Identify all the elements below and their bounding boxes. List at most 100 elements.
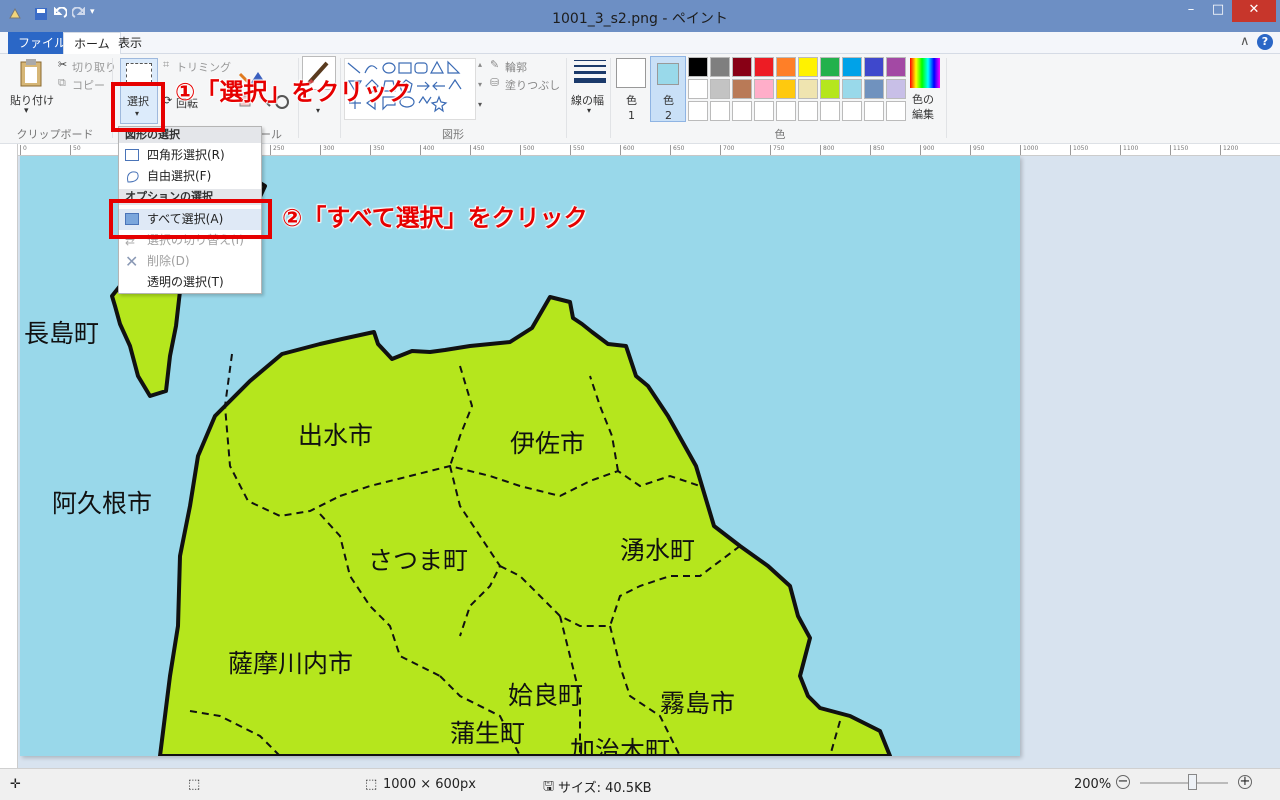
cut-button[interactable]: 切り取り [72,59,116,75]
delete-icon: ✕ [125,252,139,271]
line-width-icon[interactable] [574,58,606,88]
menu-item-label: 透明の選択(T) [147,275,224,289]
palette-swatch-empty[interactable] [798,101,818,121]
paste-button[interactable]: 貼り付け [10,92,54,108]
selection-size-icon: ⬚ [188,777,201,792]
palette-swatch-empty[interactable] [886,101,906,121]
palette-swatch-empty[interactable] [864,101,884,121]
palette-swatch[interactable] [776,57,796,77]
color1-swatch [616,58,646,88]
palette-swatch-empty[interactable] [732,101,752,121]
free-select-icon [125,170,141,191]
maximize-button[interactable]: □ [1205,0,1231,22]
image-dimensions: 1000 × 600px [383,777,476,792]
palette-swatch[interactable] [820,79,840,99]
line-width-dropdown-icon[interactable]: ▾ [587,106,591,115]
ruler-tick-label: 700 [720,145,734,155]
palette-swatch[interactable] [710,79,730,99]
palette-swatch-empty[interactable] [842,101,862,121]
cursor-position-icon: ✛ [10,777,21,792]
menu-item-transparent-selection[interactable]: 透明の選択(T) [119,272,261,293]
zoom-level: 200% [1074,777,1112,792]
city-label: 蒲生町 [450,719,526,748]
palette-swatch-empty[interactable] [688,101,708,121]
menu-item-label: 削除(D) [147,254,190,268]
paste-dropdown-icon[interactable]: ▾ [24,106,29,116]
paste-icon[interactable] [18,58,46,88]
outline-button[interactable]: 輪郭 [505,59,527,75]
ruler-tick-label: 1150 [1170,145,1188,155]
close-button[interactable]: ✕ [1232,0,1276,22]
palette-swatch[interactable] [688,79,708,99]
palette-swatch[interactable] [732,79,752,99]
select-icon [126,63,152,83]
ruler-tick-label: 550 [570,145,584,155]
copy-button[interactable]: コピー [72,77,105,93]
zoom-slider-thumb[interactable] [1188,774,1197,790]
palette-swatch-empty[interactable] [710,101,730,121]
palette-swatch[interactable] [710,57,730,77]
ruler-tick-label: 1200 [1220,145,1238,155]
tab-view[interactable]: 表示 [108,32,152,54]
zoom-in-button[interactable]: + [1238,775,1252,789]
city-label: 薩摩川内市 [228,649,354,678]
outline-icon: ✎ [490,58,500,71]
palette-swatch[interactable] [864,57,884,77]
ribbon-tabs: ファイル ホーム 表示 ∧ ? [0,32,1280,55]
palette-swatch[interactable] [688,57,708,77]
annotation-step2: ②「すべて選択」をクリック [282,204,588,232]
annotation-box-select-all [109,199,272,239]
palette-swatch-empty[interactable] [776,101,796,121]
brushes-dropdown-icon[interactable]: ▾ [316,106,320,115]
palette-swatch[interactable] [754,79,774,99]
city-label: 長島町 [24,319,100,348]
zoom-slider[interactable] [1140,774,1228,790]
shapes-scroll-down-icon[interactable]: ▾ [478,80,482,89]
ruler-tick-label: 300 [320,145,334,155]
palette-swatch[interactable] [886,57,906,77]
fill-button[interactable]: 塗りつぶし [505,77,560,93]
ruler-tick-label: 50 [70,145,81,155]
menu-item-label: 自由選択(F) [147,169,212,183]
ruler-tick-label: 500 [520,145,534,155]
city-label: 伊佐市 [510,429,586,458]
palette-swatch[interactable] [798,57,818,77]
shapes-group-label: 図形 [442,128,464,141]
palette-swatch[interactable] [798,79,818,99]
palette-swatch[interactable] [886,79,906,99]
shapes-more-icon[interactable]: ▾ [478,100,482,109]
fill-icon: ⛁ [490,76,500,89]
rectangle-select-icon [125,149,139,161]
color2-button[interactable]: 色 2 [650,56,686,122]
menu-item-free-form-selection[interactable]: 自由選択(F) [119,166,261,187]
palette-swatch-empty[interactable] [820,101,840,121]
menu-item-rectangular-selection[interactable]: 四角形選択(R) [119,145,261,166]
palette-swatch[interactable] [842,57,862,77]
palette-swatch[interactable] [820,57,840,77]
menu-item-delete[interactable]: ✕ 削除(D) [119,251,261,272]
separator [566,58,567,138]
zoom-out-button[interactable]: − [1116,775,1130,789]
annotation-step1: ①「選択」をクリック [175,78,412,106]
shapes-scroll-up-icon[interactable]: ▴ [478,60,482,69]
palette-swatch[interactable] [842,79,862,99]
minimize-button[interactable]: – [1178,0,1204,22]
palette-swatch[interactable] [732,57,752,77]
separator [946,58,947,138]
collapse-ribbon-icon[interactable]: ∧ [1240,34,1250,49]
palette-swatch-empty[interactable] [754,101,774,121]
palette-swatch[interactable] [754,57,774,77]
ruler-tick-label: 900 [920,145,934,155]
color2-swatch [657,63,679,85]
edit-colors-button[interactable]: 色の 編集 [912,92,934,122]
window-title: 1001_3_s2.png - ペイント [552,11,728,27]
ruler-tick-label: 750 [770,145,784,155]
palette-swatch[interactable] [776,79,796,99]
ruler-tick-label: 1050 [1070,145,1088,155]
separator [610,58,611,138]
copy-icon: ⧉ [58,76,66,89]
help-icon[interactable]: ? [1257,34,1273,50]
city-label: 霧島市 [660,689,736,718]
color1-button[interactable]: 色 1 [614,57,648,122]
palette-swatch[interactable] [864,79,884,99]
